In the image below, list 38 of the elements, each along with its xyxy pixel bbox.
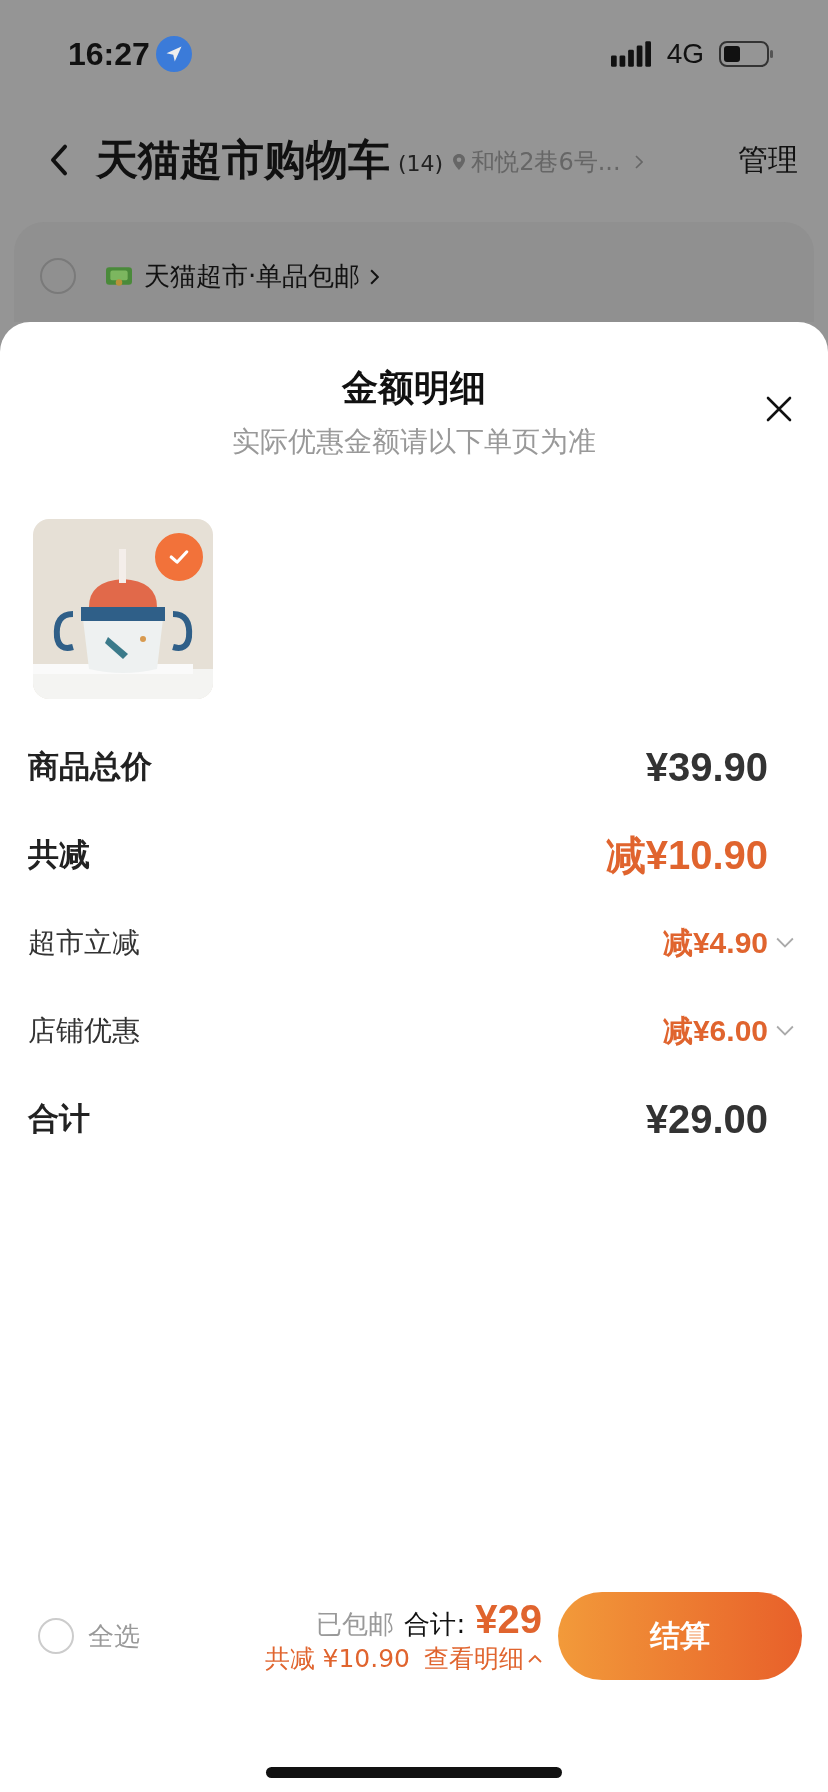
amount-label: 店铺优惠 <box>28 1013 140 1049</box>
cart-count: (14) <box>398 150 444 176</box>
select-all-label: 全选 <box>88 1619 140 1653</box>
amount-value: 减¥4.90 <box>662 924 768 961</box>
amount-value: 减¥6.00 <box>662 1012 768 1049</box>
shipping-label: 已包邮 <box>316 1608 395 1641</box>
chevron-down-icon[interactable] <box>776 937 794 949</box>
amount-value: 减¥10.90 <box>605 831 768 879</box>
checkout-button[interactable]: 结算 <box>558 1592 802 1680</box>
amount-label: 共减 <box>28 835 90 874</box>
total-label: 合计: <box>404 1608 466 1641</box>
close-icon[interactable] <box>766 396 792 422</box>
store-logo-icon <box>106 265 132 287</box>
sheet-subtitle: 实际优惠金额请以下单页为准 <box>232 424 596 460</box>
caret-up-icon <box>528 1654 542 1663</box>
location-pin-icon <box>453 154 466 170</box>
savings-text: 共减 ¥10.90 <box>264 1643 410 1675</box>
status-time: 16:27 <box>68 35 150 73</box>
amount-label: 合计 <box>28 1099 90 1138</box>
details-link[interactable]: 查看明细 <box>424 1642 542 1675</box>
chevron-right-icon <box>370 268 380 285</box>
chevron-right-icon <box>634 155 643 169</box>
select-all-checkbox[interactable] <box>38 1618 74 1654</box>
sheet-title: 金额明细 <box>342 366 486 410</box>
store-link[interactable]: 天猫超市·单品包邮 <box>144 259 380 294</box>
amount-label: 超市立减 <box>28 925 140 961</box>
amount-value: ¥39.90 <box>645 744 768 790</box>
manage-button[interactable]: 管理 <box>738 139 798 181</box>
page-title: 天猫超市购物车 <box>96 134 390 186</box>
amount-label: 商品总价 <box>28 747 152 786</box>
battery-icon <box>718 41 776 67</box>
amount-value: ¥29.00 <box>645 1096 768 1142</box>
network-label: 4G <box>666 38 704 70</box>
total-price: ¥29 <box>475 1597 542 1642</box>
back-icon[interactable] <box>48 143 70 177</box>
signal-icon <box>610 41 651 67</box>
chevron-down-icon[interactable] <box>776 1025 794 1037</box>
location-icon <box>155 36 192 72</box>
